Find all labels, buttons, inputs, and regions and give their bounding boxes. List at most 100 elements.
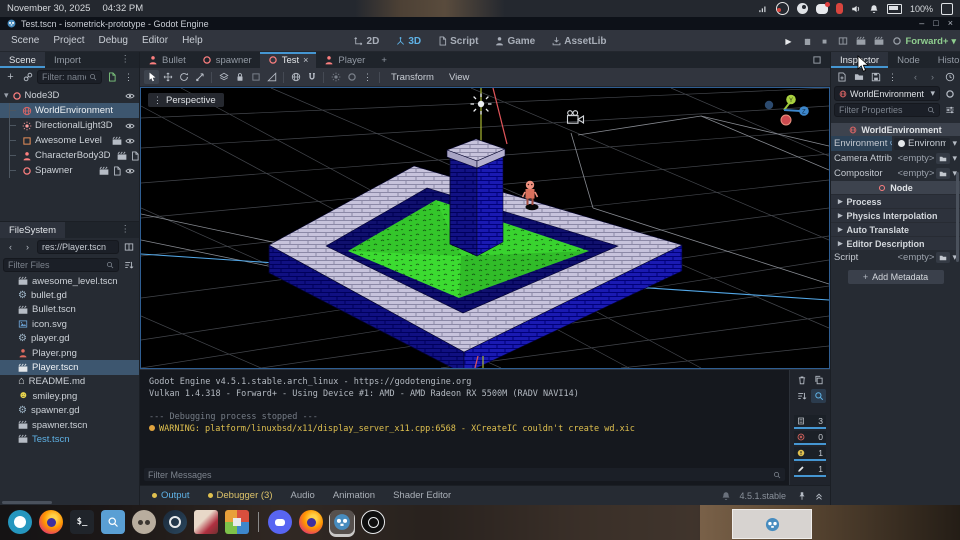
save-resource-button[interactable] [868,70,883,84]
notifications-bell-icon[interactable] [869,4,879,14]
property-options-button[interactable] [942,103,957,117]
bottom-tab-debugger[interactable]: Debugger (3) [200,490,281,501]
bottom-tab-audio[interactable]: Audio [283,490,323,501]
visibility-icon[interactable] [125,121,135,131]
move-mode-button[interactable] [160,70,175,84]
keyboard-layout-icon[interactable] [941,2,953,15]
expand-viewport-icon[interactable] [804,52,830,68]
lock-node-button[interactable] [232,70,247,84]
run-specific-scene-button[interactable] [853,34,868,49]
preview-environment-button[interactable] [344,70,359,84]
environment-resource-pill[interactable]: Environm [894,137,951,150]
steam-icon[interactable] [163,510,187,534]
godot-taskbar-icon[interactable] [330,510,354,534]
file-row-selected[interactable]: Player.tscn [0,360,139,375]
firefox-2-icon[interactable] [299,510,323,534]
filter-warnings[interactable]: 1 [794,447,826,461]
filter-all-messages[interactable]: 3 [794,415,826,429]
nav-forward-icon[interactable]: › [20,240,35,254]
property-camera-attributes[interactable]: Camera Attribut <empty> ▾ [831,151,960,166]
scene-tab-spawner[interactable]: spawner [194,52,260,68]
recovery-mode-button[interactable] [889,34,904,49]
preview-sun-button[interactable] [328,70,343,84]
art-window-icon[interactable] [194,510,218,534]
obs-tray-icon[interactable] [775,2,789,15]
sun-environment-menu-icon[interactable]: ⋮ [360,70,375,84]
play-button[interactable]: ▶ [781,34,796,49]
snap-toggle-button[interactable] [304,70,319,84]
new-resource-button[interactable] [834,70,849,84]
obs-icon[interactable] [361,510,385,534]
group-editor-description[interactable]: ▸ Editor Description [831,236,960,250]
package-cube-icon[interactable] [225,510,249,534]
bottom-tab-animation[interactable]: Animation [325,490,383,501]
file-filter-input[interactable] [3,258,119,272]
perspective-menu[interactable]: ⋮ Perspective [148,93,224,107]
open-instance-icon[interactable] [112,136,122,146]
workspace-game[interactable]: Game [488,36,541,47]
tree-node-worldenvironment[interactable]: WorldEnvironment [0,103,139,118]
file-search-icon[interactable] [101,510,125,534]
tab-filesystem[interactable]: FileSystem [0,222,65,238]
maximize-button[interactable]: □ [933,19,938,28]
group-auto-translate[interactable]: ▸ Auto Translate [831,222,960,236]
horizontal-scrollbar[interactable] [2,501,52,504]
split-view-button[interactable] [121,240,136,254]
bottom-tab-output[interactable]: Output [144,490,198,501]
message-filter-input[interactable] [143,467,786,482]
output-log[interactable]: Godot Engine v4.5.1.stable.arch_linux - … [140,370,789,465]
workspace-assetlib[interactable]: AssetLib [545,36,612,47]
file-row[interactable]: awesome_level.tscn [0,274,139,288]
renderer-selector[interactable]: Forward+ ▾ [905,30,956,52]
pause-button[interactable]: ▮▮ [799,34,814,49]
3d-viewport[interactable]: ⋮ Perspective Y Z [140,87,830,369]
scene-tab-bullet[interactable]: Bullet [140,52,194,68]
tab-inspector[interactable]: Inspector [831,52,889,68]
file-row[interactable]: ⚙ player.gd [0,332,139,346]
discord-tray-icon[interactable] [815,1,830,14]
minimize-button[interactable]: – [919,19,924,28]
tab-node[interactable]: Node [888,52,929,68]
run-current-scene-button[interactable] [835,34,850,49]
history-back-icon[interactable]: ‹ [908,70,923,84]
file-row[interactable]: ⚙ bullet.gd [0,288,139,302]
axis-negative-ball[interactable] [764,100,774,110]
instantiate-scene-button[interactable] [20,70,35,84]
close-tab-icon[interactable]: × [303,55,308,65]
select-mode-button[interactable] [144,70,159,84]
inspector-scrollbar[interactable] [956,172,959,262]
menu-editor[interactable]: Editor [135,35,175,46]
tree-node-spawner[interactable]: Spawner [0,163,139,178]
property-compositor[interactable]: Compositor <empty> ▾ [831,166,960,181]
tree-node-awesome-level[interactable]: Awesome Level [0,133,139,148]
visibility-icon[interactable] [125,136,135,146]
resource-menu-icon[interactable]: ⋮ [885,70,900,84]
property-environment[interactable]: Environment ↺ Environm ▾ [831,136,960,151]
filter-errors[interactable]: 0 [794,431,826,445]
view-menu[interactable]: View [442,72,476,83]
filter-editor-messages[interactable]: 1 [794,463,826,477]
tree-node-node3d[interactable]: ▾ Node3D [0,88,139,103]
sort-files-button[interactable] [121,258,136,272]
gimp-icon[interactable] [132,510,156,534]
file-row[interactable]: ⚙ spawner.gd [0,404,139,418]
group-node-button[interactable] [248,70,263,84]
ruler-mode-button[interactable] [264,70,279,84]
mute-bell-icon[interactable] [721,491,731,501]
visibility-icon[interactable] [125,91,135,101]
axis-x-ball[interactable] [780,114,792,126]
workspace-script[interactable]: Script [431,36,484,47]
menu-project[interactable]: Project [46,35,91,46]
workspace-2d[interactable]: 2D [348,36,386,47]
resource-path-field[interactable] [37,240,119,254]
movie-maker-button[interactable] [871,34,886,49]
search-output-button[interactable] [811,389,826,403]
script-icon[interactable] [130,151,140,161]
load-file-button[interactable] [936,252,951,263]
chevron-down-icon[interactable]: ▾ [952,154,957,163]
add-node-button[interactable]: + [3,70,18,84]
script-icon[interactable] [112,166,122,176]
tab-scene[interactable]: Scene [0,52,45,68]
group-process[interactable]: ▸ Process [831,194,960,208]
scene-filter-input[interactable] [37,70,102,84]
